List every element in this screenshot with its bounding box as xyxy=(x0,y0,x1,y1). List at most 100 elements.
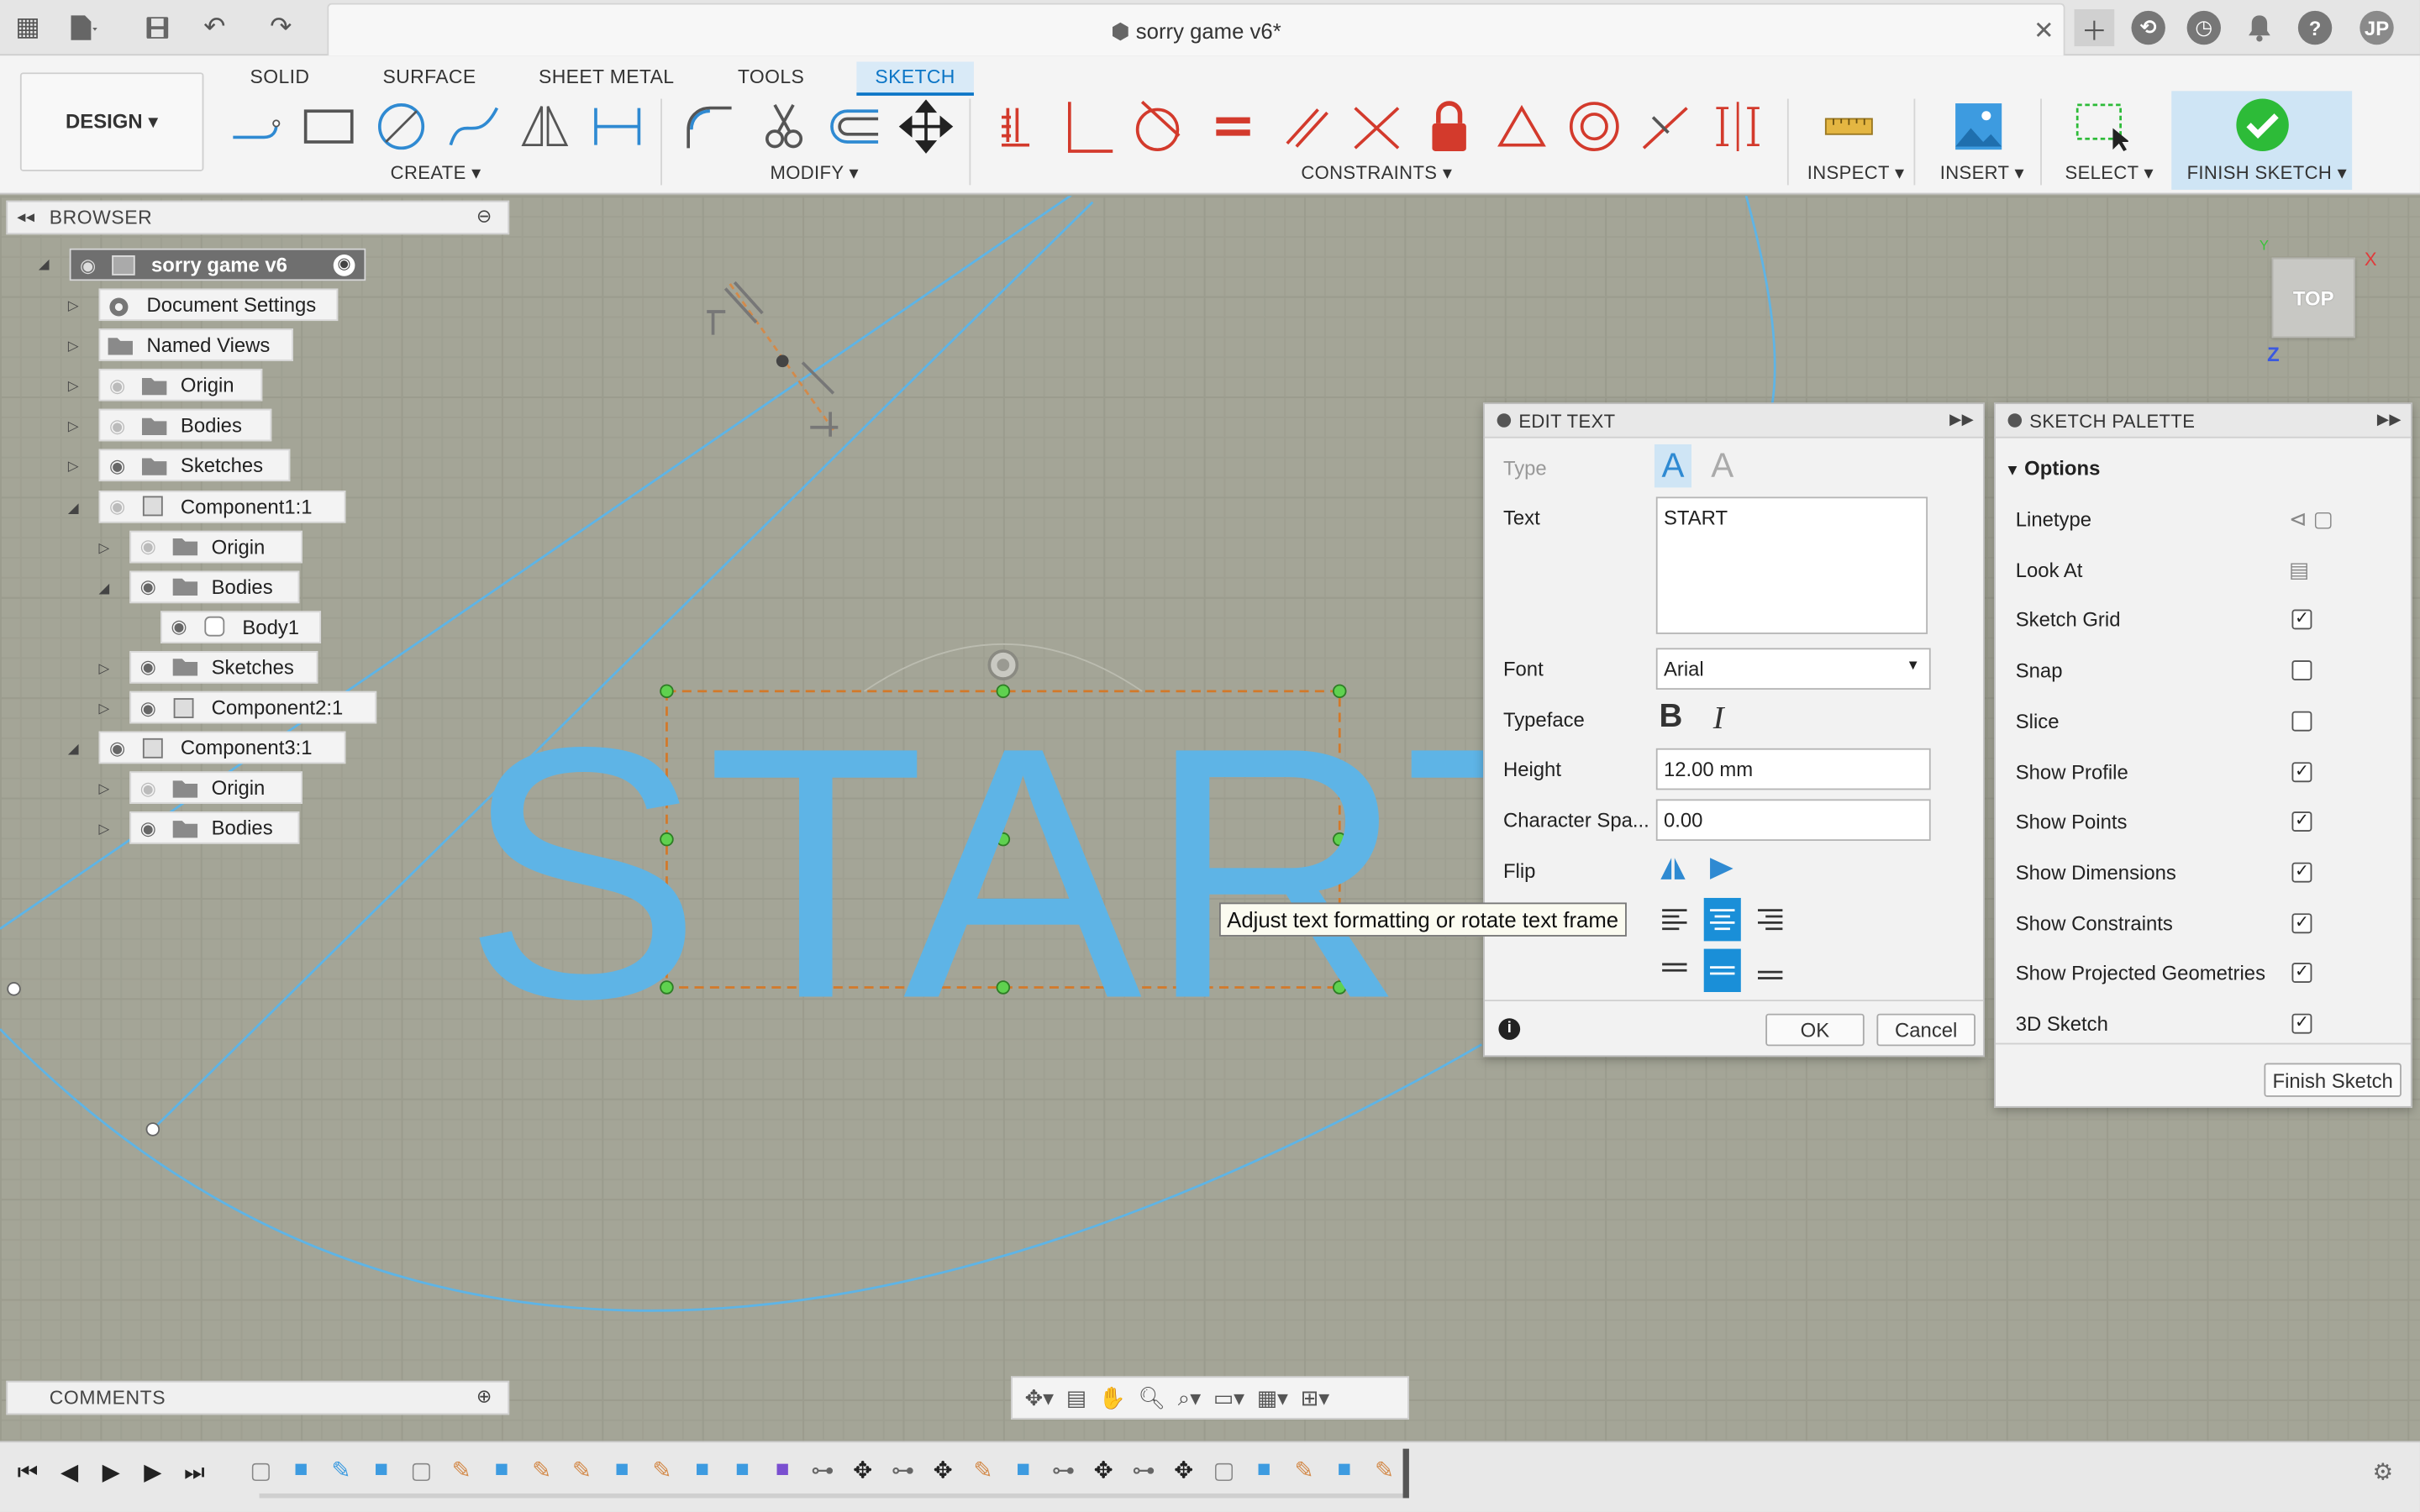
user-avatar[interactable]: JP xyxy=(2360,10,2394,45)
finish-sketch-check-icon[interactable] xyxy=(2228,94,2296,155)
align-right-icon[interactable] xyxy=(1752,898,1789,941)
timeline-feature-icon[interactable]: ✥ xyxy=(1090,1457,1118,1484)
offset-tool-icon[interactable] xyxy=(823,99,884,155)
timeline-feature-icon[interactable]: ■ xyxy=(769,1457,797,1484)
timeline-feature-icon[interactable]: ✥ xyxy=(849,1457,876,1484)
viewports-icon[interactable]: ⊞▾ xyxy=(1301,1384,1329,1410)
step-forward-icon[interactable]: ▶︎ xyxy=(139,1458,166,1486)
timeline-feature-icon[interactable]: ⊶ xyxy=(808,1457,836,1484)
visibility-eye-icon[interactable]: ◉ xyxy=(100,496,134,517)
sketch-point[interactable] xyxy=(145,1122,160,1137)
select-window-icon[interactable] xyxy=(2070,99,2131,155)
height-input[interactable]: 12.00 mm xyxy=(1655,748,1931,790)
flip-horizontal-icon[interactable] xyxy=(1659,856,1686,889)
timeline-feature-icon[interactable]: ✎ xyxy=(1290,1457,1318,1484)
timeline-feature-icon[interactable]: ▢ xyxy=(247,1457,275,1484)
timeline-feature-icon[interactable]: ✎ xyxy=(648,1457,676,1484)
constraints-group-label[interactable]: CONSTRAINTS ▾ xyxy=(1301,162,1452,184)
palette-option-checkbox[interactable]: ✓ xyxy=(2291,1013,2312,1034)
font-select[interactable]: Arial ▼ xyxy=(1655,648,1931,690)
expand-triangle-icon[interactable]: ◢ xyxy=(68,499,83,514)
timeline-feature-icon[interactable]: ✎ xyxy=(528,1457,555,1484)
dimension-tool-icon[interactable] xyxy=(587,99,648,155)
midpoint-constraint-icon[interactable] xyxy=(1634,99,1696,155)
palette-option-checkbox[interactable] xyxy=(2291,711,2312,732)
timeline-feature-icon[interactable]: ■ xyxy=(608,1457,636,1484)
panel-pin-icon[interactable]: ⊖ xyxy=(476,205,492,227)
expand-dialog-icon[interactable]: ▶▶ xyxy=(1949,412,1974,428)
concentric-constraint-icon[interactable] xyxy=(1564,99,1625,155)
mirror-tool-icon[interactable] xyxy=(514,99,576,155)
look-at-icon[interactable]: ▤ xyxy=(1066,1384,1086,1410)
workspace-switcher[interactable]: DESIGN ▾ xyxy=(19,72,204,171)
palette-option-checkbox[interactable]: ✓ xyxy=(2291,862,2312,883)
timeline-feature-icon[interactable]: ■ xyxy=(287,1457,315,1484)
align-left-icon[interactable] xyxy=(1656,898,1693,941)
finish-sketch-label[interactable]: FINISH SKETCH ▾ xyxy=(2187,162,2347,184)
browser-tree-node[interactable]: ◉ Body1 xyxy=(160,610,322,643)
job-status-icon[interactable]: ◷ xyxy=(2186,10,2222,45)
look-at-icon[interactable]: ▤ xyxy=(2289,556,2309,582)
undo-icon[interactable]: ↶ xyxy=(196,9,233,46)
circle-tool-icon[interactable] xyxy=(371,99,432,155)
browser-root-node[interactable]: ◉ sorry game v6 ◉ xyxy=(69,248,366,281)
expand-dialog-icon[interactable]: ▶▶ xyxy=(2377,412,2402,428)
symmetry-constraint-icon[interactable] xyxy=(1491,99,1552,155)
visibility-eye-icon[interactable]: ◉ xyxy=(100,415,134,437)
insert-group-label[interactable]: INSERT ▾ xyxy=(1940,162,2024,184)
visibility-eye-icon[interactable]: ◉ xyxy=(100,737,134,759)
browser-tree-node[interactable]: ◉ Sketches xyxy=(129,650,318,684)
new-tab-icon[interactable]: ＋ xyxy=(2074,9,2115,47)
browser-tree-node[interactable]: ◉ Component1:1 xyxy=(98,490,346,522)
palette-option-checkbox[interactable]: ✓ xyxy=(2291,610,2312,631)
visibility-eye-icon[interactable]: ◉ xyxy=(131,817,165,839)
timeline-feature-icon[interactable]: ⊶ xyxy=(889,1457,917,1484)
visibility-eye-icon[interactable]: ◉ xyxy=(131,536,165,558)
finish-sketch-button[interactable]: Finish Sketch xyxy=(2264,1063,2402,1097)
save-icon[interactable] xyxy=(139,9,176,46)
measure-tool-icon[interactable] xyxy=(1818,99,1880,155)
tab-sheet-metal[interactable]: SHEET METAL xyxy=(520,61,692,95)
fillet-tool-icon[interactable] xyxy=(679,99,740,155)
sketch-point[interactable] xyxy=(7,982,21,996)
browser-tree-node[interactable]: ◉ Origin xyxy=(98,369,263,402)
visibility-eye-icon[interactable]: ◉ xyxy=(131,575,165,597)
select-group-label[interactable]: SELECT ▾ xyxy=(2065,162,2154,184)
expand-triangle-icon[interactable]: ◢ xyxy=(99,580,114,595)
timeline-feature-icon[interactable]: ✎ xyxy=(448,1457,476,1484)
expand-triangle-icon[interactable]: ▷ xyxy=(99,822,114,837)
palette-option-checkbox[interactable]: ✓ xyxy=(2291,912,2312,933)
zoom-icon[interactable]: 🔍︎ xyxy=(1138,1384,1165,1410)
italic-icon[interactable]: I xyxy=(1713,699,1724,738)
flip-vertical-icon[interactable] xyxy=(1708,856,1736,889)
perpendicular-constraint-icon[interactable] xyxy=(1057,99,1118,155)
redo-icon[interactable]: ↷ xyxy=(262,9,299,46)
browser-tree-node[interactable]: Document Settings xyxy=(98,288,339,322)
character-spacing-input[interactable]: 0.00 xyxy=(1655,799,1931,842)
grid-settings-icon[interactable]: ▦▾ xyxy=(1257,1384,1288,1410)
timeline-track[interactable] xyxy=(259,1493,1409,1499)
expand-triangle-icon[interactable]: ▷ xyxy=(99,781,114,796)
expand-triangle-icon[interactable]: ▷ xyxy=(99,660,114,675)
go-to-start-icon[interactable]: ⏮ xyxy=(14,1458,42,1486)
rectangle-tool-icon[interactable] xyxy=(297,99,359,155)
pan-icon[interactable]: ✋ xyxy=(1099,1384,1126,1410)
trim-tool-icon[interactable] xyxy=(753,99,814,155)
palette-option-checkbox[interactable]: ✓ xyxy=(2291,811,2312,832)
visibility-eye-icon[interactable]: ◉ xyxy=(71,254,104,276)
app-grid-icon[interactable]: ▦ xyxy=(9,9,46,46)
align-center-icon[interactable] xyxy=(1703,897,1741,942)
browser-tree-node[interactable]: ◉ Bodies xyxy=(129,811,300,845)
palette-option-checkbox[interactable] xyxy=(2291,660,2312,681)
file-menu-icon[interactable] xyxy=(65,9,102,46)
horizontal-vertical-constraint-icon[interactable] xyxy=(987,99,1049,155)
expand-triangle-icon[interactable]: ▷ xyxy=(68,459,83,474)
timeline-feature-icon[interactable]: ✎ xyxy=(1370,1457,1398,1484)
visibility-eye-icon[interactable]: ◉ xyxy=(131,656,165,678)
timeline-feature-icon[interactable]: ■ xyxy=(729,1457,756,1484)
tab-solid[interactable]: SOLID xyxy=(232,61,329,95)
visibility-eye-icon[interactable]: ◉ xyxy=(131,696,165,718)
timeline-feature-icon[interactable]: ■ xyxy=(1250,1457,1278,1484)
activate-radio-icon[interactable]: ◉ xyxy=(333,254,355,276)
timeline-feature-icon[interactable]: ■ xyxy=(367,1457,395,1484)
